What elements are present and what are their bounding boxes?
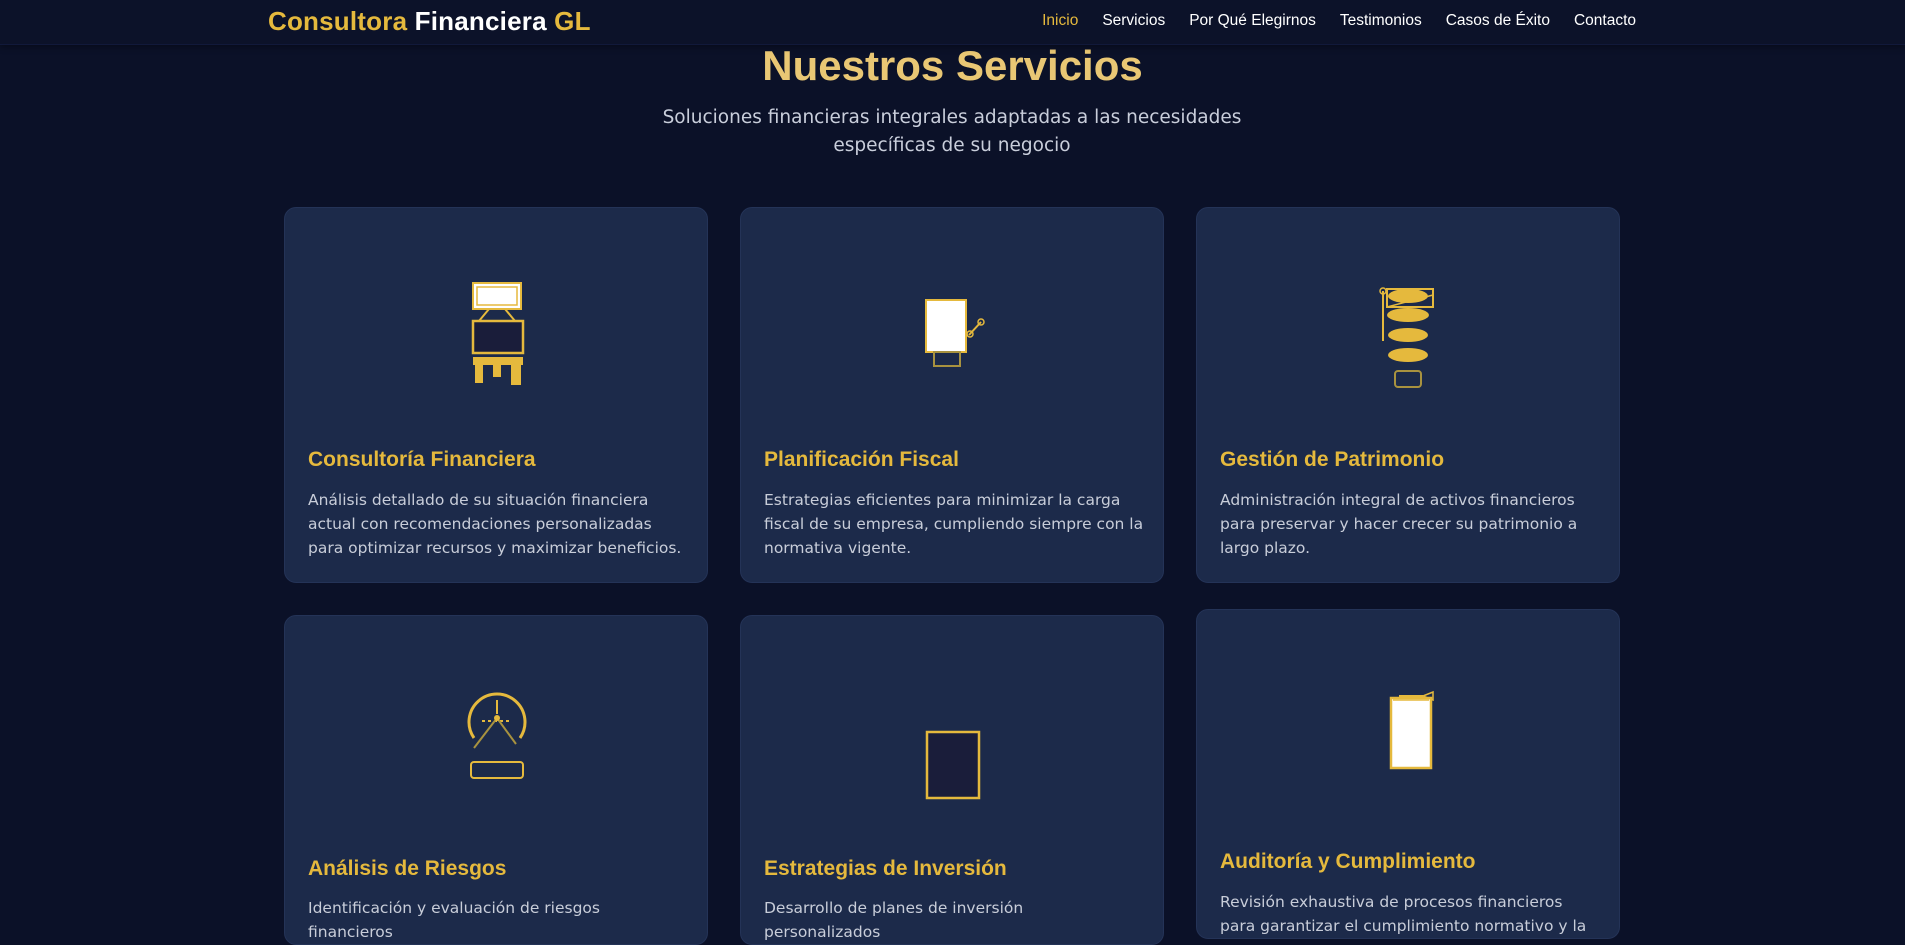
- card-description: Identificación y evaluación de riesgos f…: [308, 899, 600, 941]
- card-title: Auditoría y Cumplimiento: [1220, 850, 1476, 873]
- nav-link-por-que-elegirnos[interactable]: Por Qué Elegirnos: [1189, 12, 1316, 30]
- card-title: Estrategias de Inversión: [764, 857, 1007, 880]
- nav-links: Inicio Servicios Por Qué Elegirnos Testi…: [1018, 12, 1636, 30]
- card-title: Consultoría Financiera: [308, 448, 536, 471]
- tax-document-icon: [741, 266, 1163, 406]
- card-description: Análisis detallado de su situación finan…: [308, 491, 682, 557]
- risk-gauge-icon: [285, 666, 707, 806]
- card-description: Estrategias eficientes para minimizar la…: [764, 491, 1144, 557]
- nav-link-casos-de-exito[interactable]: Casos de Éxito: [1446, 12, 1550, 30]
- logo-part-consultora: Consultora: [268, 6, 408, 36]
- nav-link-contacto[interactable]: Contacto: [1574, 12, 1636, 30]
- card-description: Desarrollo de planes de inversión person…: [764, 899, 1024, 941]
- financial-consulting-icon: [285, 266, 707, 406]
- service-card-consultoria[interactable]: Consultoría Financiera Análisis detallad…: [284, 207, 708, 583]
- logo-part-financiera: Financiera: [414, 6, 547, 36]
- service-card-inversion[interactable]: Estrategias de Inversión Desarrollo de p…: [740, 615, 1164, 945]
- site-logo[interactable]: Consultora Financiera GL: [268, 6, 591, 37]
- investment-chart-icon: [741, 696, 1163, 836]
- coin-stack-icon: [1197, 266, 1619, 406]
- service-card-planificacion[interactable]: Planificación Fiscal Estrategias eficien…: [740, 207, 1164, 583]
- nav-link-servicios[interactable]: Servicios: [1102, 12, 1165, 30]
- service-card-auditoria[interactable]: Auditoría y Cumplimiento Revisión exhaus…: [1196, 609, 1620, 939]
- logo-part-gl: GL: [554, 6, 591, 36]
- section-title: Nuestros Servicios: [762, 42, 1143, 89]
- card-title: Análisis de Riesgos: [308, 857, 507, 880]
- service-card-patrimonio[interactable]: Gestión de Patrimonio Administración int…: [1196, 207, 1620, 583]
- card-description: Revisión exhaustiva de procesos financie…: [1220, 893, 1587, 935]
- audit-clipboard-icon: [1197, 662, 1619, 802]
- navbar: Consultora Financiera GL Inicio Servicio…: [0, 0, 1905, 45]
- nav-link-inicio[interactable]: Inicio: [1042, 12, 1078, 30]
- section-subtitle: Soluciones financieras integrales adapta…: [662, 107, 1242, 156]
- nav-link-testimonios[interactable]: Testimonios: [1340, 12, 1422, 30]
- card-description: Administración integral de activos finan…: [1220, 491, 1578, 557]
- card-title: Planificación Fiscal: [764, 448, 959, 471]
- service-card-riesgos[interactable]: Análisis de Riesgos Identificación y eva…: [284, 615, 708, 945]
- card-title: Gestión de Patrimonio: [1220, 448, 1445, 471]
